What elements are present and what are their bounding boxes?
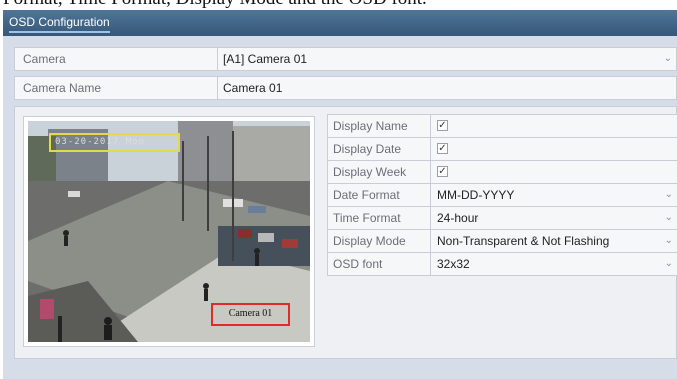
time-format-label: Time Format [328, 207, 431, 229]
time-format-select[interactable]: 24-hour [431, 207, 677, 229]
camera-value[interactable]: [A1] Camera 01 [218, 48, 676, 70]
display-name-row: Display Name ✓ [327, 114, 677, 138]
window-title: OSD Configuration [9, 16, 110, 33]
time-format-row[interactable]: Time Format 24-hour ⌄ [327, 206, 677, 230]
display-name-checkbox[interactable]: ✓ [437, 120, 448, 131]
display-date-label: Display Date [328, 138, 431, 160]
check-icon: ✓ [438, 166, 447, 177]
camera-name-osd-text: Camera 01 [228, 308, 273, 319]
chevron-down-icon[interactable]: ⌄ [665, 230, 673, 252]
display-week-row: Display Week ✓ [327, 160, 677, 184]
display-mode-select[interactable]: Non-Transparent & Not Flashing [431, 230, 677, 252]
chevron-down-icon[interactable]: ⌄ [665, 253, 673, 275]
date-format-select[interactable]: MM-DD-YYYY [431, 184, 677, 206]
osd-configuration-window: OSD Configuration Camera [A1] Camera 01 … [3, 10, 677, 379]
display-week-label: Display Week [328, 161, 431, 183]
osd-font-select[interactable]: 32x32 [431, 253, 677, 275]
caption-text: Format, Time Format, Display Mode and th… [3, 0, 427, 10]
camera-name-field[interactable]: Camera Name Camera 01 [14, 76, 677, 100]
display-date-checkbox[interactable]: ✓ [437, 143, 448, 154]
date-osd-text: 03-20-2017 Mon [55, 137, 145, 147]
camera-name-input[interactable]: Camera 01 [218, 77, 676, 99]
date-osd-box[interactable]: 03-20-2017 Mon [49, 133, 180, 152]
chevron-down-icon[interactable]: ⌄ [664, 48, 672, 70]
display-mode-row[interactable]: Display Mode Non-Transparent & Not Flash… [327, 229, 677, 253]
date-format-row[interactable]: Date Format MM-DD-YYYY ⌄ [327, 183, 677, 207]
check-icon: ✓ [438, 120, 447, 131]
date-format-label: Date Format [328, 184, 431, 206]
document-caption: Format, Time Format, Display Mode and th… [0, 0, 677, 10]
camera-name-label: Camera Name [15, 77, 218, 99]
camera-select[interactable]: Camera [A1] Camera 01 ⌄ [14, 47, 677, 71]
camera-preview: 03-20-2017 Mon Camera 01 [23, 116, 315, 347]
camera-name-osd-box[interactable]: Camera 01 [211, 303, 290, 326]
camera-label: Camera [15, 48, 218, 70]
title-bar: OSD Configuration [3, 10, 677, 36]
osd-settings-panel: 03-20-2017 Mon Camera 01 Display Name ✓ … [14, 106, 677, 359]
check-icon: ✓ [438, 143, 447, 154]
display-week-checkbox[interactable]: ✓ [437, 166, 448, 177]
display-name-label: Display Name [328, 115, 431, 137]
chevron-down-icon[interactable]: ⌄ [665, 207, 673, 229]
osd-font-label: OSD font [328, 253, 431, 275]
chevron-down-icon[interactable]: ⌄ [665, 184, 673, 206]
osd-font-row[interactable]: OSD font 32x32 ⌄ [327, 252, 677, 276]
display-mode-label: Display Mode [328, 230, 431, 252]
display-date-row: Display Date ✓ [327, 137, 677, 161]
